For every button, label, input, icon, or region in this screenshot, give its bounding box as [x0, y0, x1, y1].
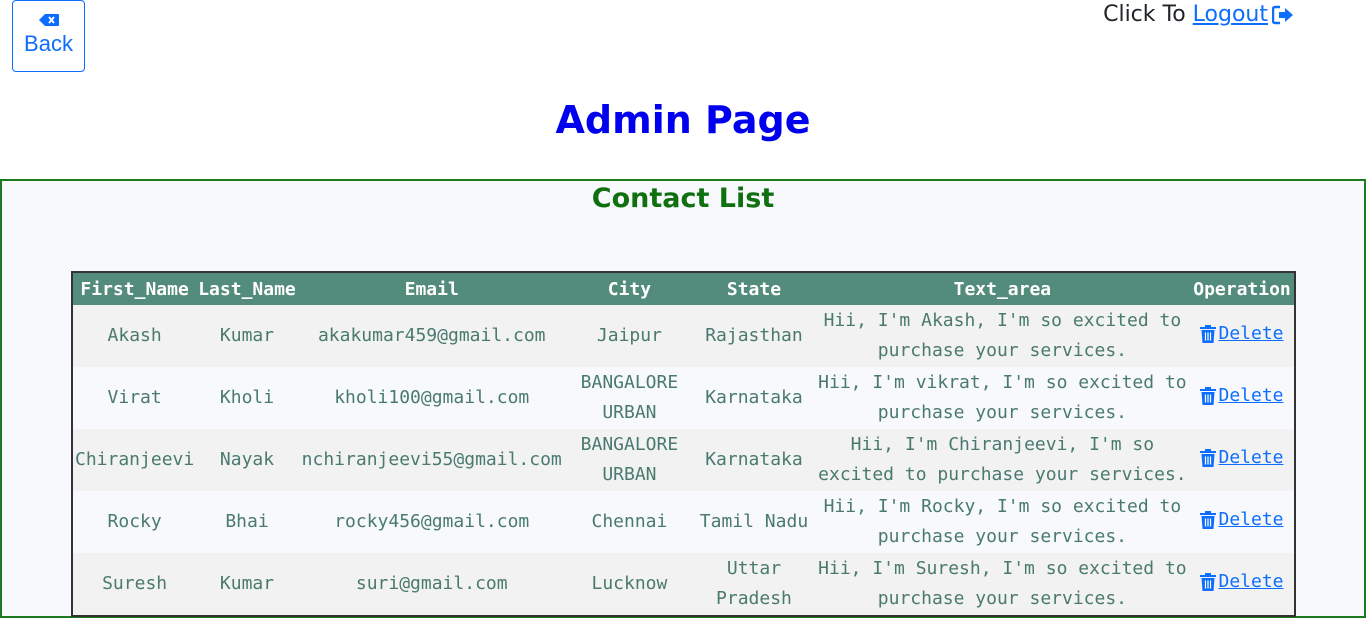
logout-prefix: Click To	[1103, 2, 1186, 27]
cell-city: Jaipur	[565, 305, 694, 367]
logout-link[interactable]: Logout	[1193, 2, 1294, 27]
trash-icon	[1200, 449, 1217, 467]
back-button[interactable]: Back	[12, 0, 85, 72]
delete-label: Delete	[1218, 323, 1284, 344]
cell-state: Uttar Pradesh	[693, 553, 815, 616]
cell-text-area: Hii, I'm Akash, I'm so excited to purcha…	[814, 305, 1191, 367]
table-row: Chiranjeevi Nayak nchiranjeevi55@gmail.c…	[72, 429, 1295, 491]
delete-label: Delete	[1218, 509, 1284, 530]
table-row: Suresh Kumar suri@gmail.com Lucknow Utta…	[72, 553, 1295, 616]
cell-email: rocky456@gmail.com	[297, 491, 566, 553]
cell-city: Chennai	[565, 491, 694, 553]
cell-operation: Delete	[1190, 305, 1295, 367]
delete-link[interactable]: Delete	[1200, 505, 1284, 535]
cell-email: akakumar459@gmail.com	[297, 305, 566, 367]
cell-text-area: Hii, I'm Rocky, I'm so excited to purcha…	[814, 491, 1191, 553]
cell-last-name: Kumar	[196, 553, 298, 616]
cell-city: BANGALORE URBAN	[565, 367, 694, 429]
cell-last-name: Kumar	[196, 305, 298, 367]
table-row: Akash Kumar akakumar459@gmail.com Jaipur…	[72, 305, 1295, 367]
cell-operation: Delete	[1190, 429, 1295, 491]
col-header-city: City	[565, 272, 694, 305]
cell-last-name: Nayak	[196, 429, 298, 491]
backspace-icon	[38, 13, 59, 27]
cell-text-area: Hii, I'm Suresh, I'm so excited to purch…	[814, 553, 1191, 616]
cell-city: BANGALORE URBAN	[565, 429, 694, 491]
back-label: Back	[24, 31, 73, 56]
cell-email: kholi100@gmail.com	[297, 367, 566, 429]
cell-state: Rajasthan	[693, 305, 815, 367]
delete-label: Delete	[1218, 447, 1284, 468]
delete-link[interactable]: Delete	[1200, 567, 1284, 597]
cell-city: Lucknow	[565, 553, 694, 616]
cell-first-name: Akash	[72, 305, 197, 367]
cell-last-name: Kholi	[196, 367, 298, 429]
contact-list-title: Contact List	[591, 183, 775, 214]
cell-email: nchiranjeevi55@gmail.com	[297, 429, 566, 491]
logout-area: Click To Logout	[1103, 2, 1294, 27]
table-header-row: First_Name Last_Name Email City State Te…	[72, 272, 1295, 305]
cell-first-name: Virat	[72, 367, 197, 429]
col-header-email: Email	[297, 272, 566, 305]
cell-operation: Delete	[1190, 367, 1295, 429]
table-row: Virat Kholi kholi100@gmail.com BANGALORE…	[72, 367, 1295, 429]
table-row: Rocky Bhai rocky456@gmail.com Chennai Ta…	[72, 491, 1295, 553]
cell-operation: Delete	[1190, 553, 1295, 616]
cell-state: Karnataka	[693, 367, 815, 429]
col-header-operation: Operation	[1190, 272, 1295, 305]
cell-first-name: Rocky	[72, 491, 197, 553]
cell-state: Karnataka	[693, 429, 815, 491]
cell-text-area: Hii, I'm vikrat, I'm so excited to purch…	[814, 367, 1191, 429]
cell-first-name: Suresh	[72, 553, 197, 616]
col-header-state: State	[693, 272, 815, 305]
delete-label: Delete	[1218, 571, 1284, 592]
trash-icon	[1200, 511, 1217, 529]
cell-state: Tamil Nadu	[693, 491, 815, 553]
delete-label: Delete	[1218, 385, 1284, 406]
col-header-last-name: Last_Name	[196, 272, 298, 305]
logout-label: Logout	[1192, 2, 1268, 27]
col-header-first-name: First_Name	[72, 272, 197, 305]
trash-icon	[1200, 325, 1217, 343]
delete-link[interactable]: Delete	[1200, 443, 1284, 473]
col-header-text-area: Text_area	[814, 272, 1191, 305]
contacts-table: First_Name Last_Name Email City State Te…	[71, 271, 1296, 617]
delete-link[interactable]: Delete	[1200, 381, 1284, 411]
cell-last-name: Bhai	[196, 491, 298, 553]
contact-panel: Contact List First_Name Last_Name Email …	[0, 179, 1366, 618]
cell-first-name: Chiranjeevi	[72, 429, 197, 491]
page-title: Admin Page	[555, 98, 811, 142]
delete-link[interactable]: Delete	[1200, 319, 1284, 349]
trash-icon	[1200, 573, 1217, 591]
cell-operation: Delete	[1190, 491, 1295, 553]
sign-out-icon	[1272, 5, 1293, 24]
trash-icon	[1200, 387, 1217, 405]
cell-text-area: Hii, I'm Chiranjeevi, I'm so excited to …	[814, 429, 1191, 491]
cell-email: suri@gmail.com	[297, 553, 566, 616]
